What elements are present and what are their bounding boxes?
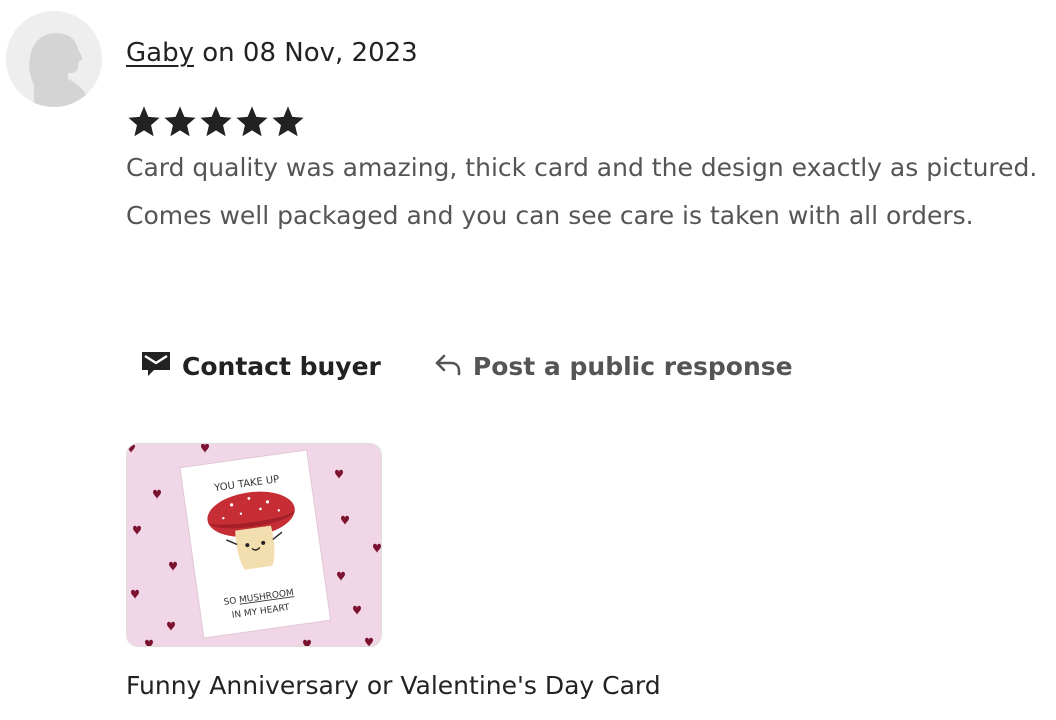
star-rating (126, 103, 306, 141)
reviewer-name-link[interactable]: Gaby (126, 38, 194, 68)
star-icon (236, 106, 268, 137)
review-actions: Contact buyer Post a public response (140, 348, 793, 384)
avatar[interactable] (6, 11, 102, 107)
star-icon (200, 106, 232, 137)
message-icon (140, 348, 172, 384)
product-thumbnail[interactable]: YOU TAKE UP SO MUSHROOM IN MY HEART (126, 443, 382, 647)
person-silhouette-icon (6, 11, 102, 107)
star-icon (272, 106, 304, 137)
review-date: on 08 Nov, 2023 (193, 38, 418, 68)
star-icon (128, 106, 160, 137)
review-meta: Gaby on 08 Nov, 2023 (126, 36, 418, 70)
star-icon (164, 106, 196, 137)
contact-buyer-label: Contact buyer (182, 351, 381, 381)
review-card: Gaby on 08 Nov, 2023 Card quality was am… (0, 0, 1056, 720)
contact-buyer-button[interactable]: Contact buyer (140, 348, 381, 384)
product-card-image: YOU TAKE UP SO MUSHROOM IN MY HEART (127, 444, 381, 646)
post-public-response-label: Post a public response (472, 351, 793, 381)
product-title-link[interactable]: Funny Anniversary or Valentine's Day Car… (126, 668, 661, 704)
post-public-response-button[interactable]: Post a public response (433, 350, 793, 382)
review-text: Card quality was amazing, thick card and… (126, 153, 1038, 230)
reply-arrow-icon (433, 350, 463, 382)
